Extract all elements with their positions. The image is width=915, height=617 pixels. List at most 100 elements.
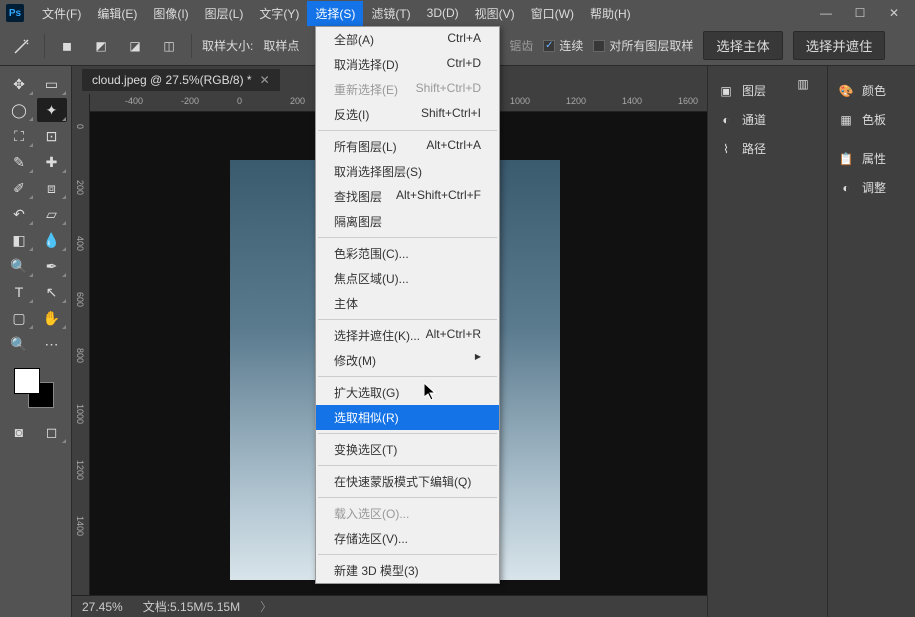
shape-tool[interactable]: ▢: [4, 306, 34, 330]
menu-item[interactable]: 取消选择(D)Ctrl+D: [316, 52, 499, 77]
menu-image[interactable]: 图像(I): [145, 1, 196, 26]
zoom-level[interactable]: 27.45%: [82, 600, 123, 614]
menu-item[interactable]: 修改(M): [316, 348, 499, 373]
all-layers-label: 对所有图层取样: [609, 37, 693, 54]
menu-edit[interactable]: 编辑(E): [89, 1, 145, 26]
menu-item[interactable]: 反选(I)Shift+Ctrl+I: [316, 102, 499, 127]
all-layers-checkbox-icon[interactable]: [593, 40, 605, 52]
selection-new-icon[interactable]: ◼: [55, 34, 79, 58]
selection-add-icon[interactable]: ◩: [89, 34, 113, 58]
menu-item: 载入选区(O)...: [316, 501, 499, 526]
select-subject-button[interactable]: 选择主体: [703, 31, 782, 60]
menu-item[interactable]: 扩大选取(G): [316, 380, 499, 405]
tab-close-icon[interactable]: ✕: [260, 73, 270, 87]
app-logo: Ps: [6, 4, 24, 22]
menu-item-label: 存储选区(V)...: [334, 530, 408, 547]
history-brush-tool[interactable]: ↶: [4, 202, 34, 226]
wand-tool-icon[interactable]: [10, 34, 34, 58]
menu-item[interactable]: 选择并遮住(K)...Alt+Ctrl+R: [316, 323, 499, 348]
menu-item-shortcut: Alt+Ctrl+R: [426, 327, 481, 344]
menu-type[interactable]: 文字(Y): [251, 1, 307, 26]
panel-color[interactable]: 🎨 颜色: [834, 76, 909, 105]
menu-item[interactable]: 取消选择图层(S): [316, 159, 499, 184]
blur-tool[interactable]: 💧: [37, 228, 67, 252]
type-tool[interactable]: T: [4, 280, 34, 304]
menu-item[interactable]: 主体: [316, 291, 499, 316]
menu-item[interactable]: 在快速蒙版模式下编辑(Q): [316, 469, 499, 494]
eyedropper-tool[interactable]: ✎: [4, 150, 34, 174]
menu-item[interactable]: 选取相似(R): [316, 405, 499, 430]
menu-separator: [318, 237, 497, 238]
menu-item-shortcut: Alt+Shift+Ctrl+F: [396, 188, 481, 205]
menu-item[interactable]: 隔离图层: [316, 209, 499, 234]
panel-properties-label: 属性: [862, 150, 886, 167]
menu-help[interactable]: 帮助(H): [582, 1, 639, 26]
frame-tool[interactable]: ⊡: [37, 124, 67, 148]
contiguous-label: 连续: [559, 37, 583, 54]
sample-point-value[interactable]: 取样点: [263, 37, 299, 54]
screenmode-tool[interactable]: ◻: [37, 420, 67, 444]
maximize-button[interactable]: ☐: [845, 3, 875, 23]
menu-item[interactable]: 全部(A)Ctrl+A: [316, 27, 499, 52]
panel-properties[interactable]: 📋 属性: [834, 144, 909, 173]
contiguous-check[interactable]: 连续: [543, 37, 583, 54]
menu-item[interactable]: 色彩范围(C)...: [316, 241, 499, 266]
menu-window[interactable]: 窗口(W): [523, 1, 582, 26]
selection-intersect-icon[interactable]: ◫: [157, 34, 181, 58]
pen-tool[interactable]: ✒: [37, 254, 67, 278]
menu-item[interactable]: 变换选区(T): [316, 437, 499, 462]
dodge-tool[interactable]: 🔍: [4, 254, 34, 278]
brush-tool[interactable]: ✐: [4, 176, 34, 200]
menu-file[interactable]: 文件(F): [34, 1, 89, 26]
panel-paths-label: 路径: [742, 140, 766, 157]
tool-panel: ✥ ▭ ◯ ✦ ⛶ ⊡ ✎ ✚ ✐ ⧈ ↶ ▱ ◧ 💧 🔍 ✒ T ↖ ▢ ✋ …: [0, 66, 72, 617]
sample-size-label: 取样大小:: [202, 37, 253, 54]
all-layers-check[interactable]: 对所有图层取样: [593, 37, 693, 54]
menu-item[interactable]: 新建 3D 模型(3): [316, 558, 499, 583]
quickmask-tool[interactable]: ◙: [4, 420, 34, 444]
move-tool[interactable]: ✥: [4, 72, 34, 96]
panel-swatches[interactable]: ▦ 色板: [834, 105, 909, 134]
path-select-tool[interactable]: ↖: [37, 280, 67, 304]
menu-select[interactable]: 选择(S): [307, 1, 363, 26]
foreground-swatch[interactable]: [14, 368, 40, 394]
menu-layer[interactable]: 图层(L): [197, 1, 252, 26]
menu-filter[interactable]: 滤镜(T): [363, 1, 418, 26]
swatches-icon: ▦: [838, 112, 854, 128]
menu-item: 重新选择(E)Shift+Ctrl+D: [316, 77, 499, 102]
menu-item[interactable]: 焦点区域(U)...: [316, 266, 499, 291]
menu-item-label: 主体: [334, 295, 358, 312]
document-tab[interactable]: cloud.jpeg @ 27.5%(RGB/8) * ✕: [82, 69, 280, 91]
menu-item-label: 色彩范围(C)...: [334, 245, 409, 262]
clone-tool[interactable]: ⧈: [37, 176, 67, 200]
panel-adjustments[interactable]: ◐ 调整: [834, 173, 909, 202]
color-swatches[interactable]: [14, 368, 54, 408]
menu-3d[interactable]: 3D(D): [419, 2, 467, 24]
crop-tool[interactable]: ⛶: [4, 124, 34, 148]
selection-sub-icon[interactable]: ◪: [123, 34, 147, 58]
gradient-tool[interactable]: ◧: [4, 228, 34, 252]
hand-tool[interactable]: ✋: [37, 306, 67, 330]
marquee-tool[interactable]: ▭: [37, 72, 67, 96]
lasso-tool[interactable]: ◯: [4, 98, 34, 122]
doc-size[interactable]: 文档:5.15M/5.15M: [143, 598, 240, 615]
healing-tool[interactable]: ✚: [37, 150, 67, 174]
menu-item[interactable]: 所有图层(L)Alt+Ctrl+A: [316, 134, 499, 159]
panel-paths[interactable]: ⌇ 路径: [714, 134, 821, 163]
menu-view[interactable]: 视图(V): [467, 1, 523, 26]
more-tools[interactable]: ⋯: [37, 332, 67, 356]
panel-collapse-icon[interactable]: ▥: [795, 76, 811, 92]
eraser-tool[interactable]: ▱: [37, 202, 67, 226]
menu-item[interactable]: 查找图层Alt+Shift+Ctrl+F: [316, 184, 499, 209]
contiguous-checkbox-icon[interactable]: [543, 40, 555, 52]
close-button[interactable]: ✕: [879, 3, 909, 23]
panel-channels[interactable]: ◐ 通道: [714, 105, 821, 134]
magic-wand-tool[interactable]: ✦: [37, 98, 67, 122]
zoom-tool[interactable]: 🔍: [4, 332, 34, 356]
select-mask-button[interactable]: 选择并遮住: [793, 31, 886, 60]
menu-separator: [318, 497, 497, 498]
menu-item[interactable]: 存储选区(V)...: [316, 526, 499, 551]
status-bar: 27.45% 文档:5.15M/5.15M 〉: [72, 595, 707, 617]
select-menu-dropdown: 全部(A)Ctrl+A取消选择(D)Ctrl+D重新选择(E)Shift+Ctr…: [315, 26, 500, 584]
minimize-button[interactable]: —: [811, 3, 841, 23]
